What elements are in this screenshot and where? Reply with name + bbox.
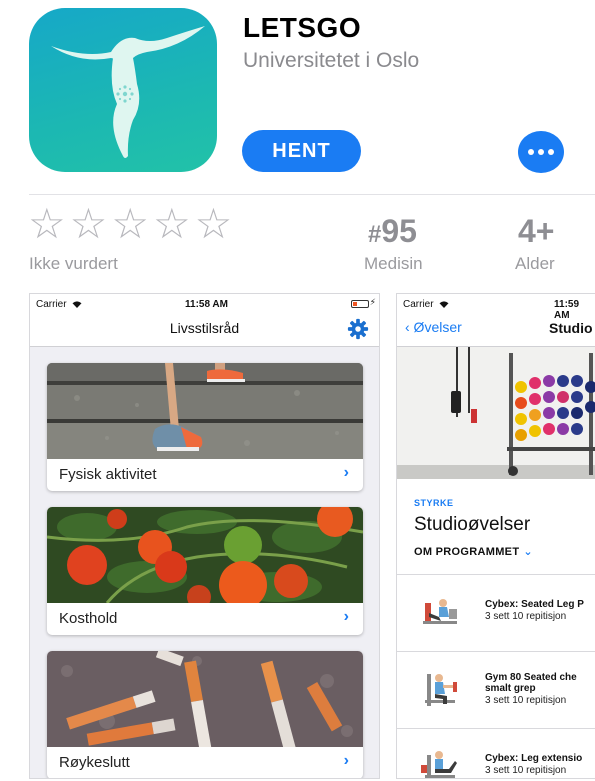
star-icon: ☆ [111, 199, 149, 248]
card-quit-smoking[interactable]: Røykeslutt › [47, 651, 363, 778]
carrier-label: Carrier [36, 299, 82, 310]
exercise-row[interactable]: Cybex: Seated Leg P 3 sett 10 repitisjon [397, 575, 595, 651]
wifi-icon [72, 301, 82, 308]
stairs-running-photo [47, 363, 363, 459]
card-physical-activity[interactable]: Fysisk aktivitet › [47, 363, 363, 491]
carrier-label: Carrier [403, 299, 449, 310]
star-icon: ☆ [152, 199, 191, 248]
screenshot-studio[interactable]: Carrier 11:59 AM ‹ Øvelser Studio STYRKE… [396, 293, 595, 779]
app-name: LETSGO [243, 12, 362, 43]
exercise-name: Cybex: Seated Leg P [485, 599, 584, 610]
get-button[interactable]: HENT [242, 130, 361, 172]
about-program-label: OM PROGRAMMET [414, 546, 520, 558]
program-title: Studioøvelser [414, 514, 531, 535]
rank-hash: # [368, 221, 382, 248]
card-label: Røykeslutt [59, 754, 130, 771]
gear-icon[interactable] [347, 318, 369, 340]
tomatoes-photo [47, 507, 363, 603]
age-rating: 4+ [518, 213, 555, 249]
nav-title: Studio [549, 320, 593, 336]
star-icon: ☆ [28, 199, 66, 248]
exercise-meta: 3 sett 10 repitisjon [485, 611, 567, 622]
chevron-right-icon: › [343, 752, 349, 769]
nav-title: Livsstilsråd [169, 320, 240, 336]
chart-rank: #95 [368, 213, 417, 250]
about-program-toggle[interactable]: OM PROGRAMMET ⌄ [414, 545, 533, 558]
chevron-right-icon: › [343, 464, 349, 481]
carrier-text: Carrier [403, 299, 434, 310]
developer-link[interactable]: Universitetet i Oslo [243, 49, 419, 73]
card-label: Kosthold [59, 610, 118, 627]
ellipsis-icon-dot [548, 149, 554, 155]
back-button[interactable]: ‹ Øvelser [405, 319, 462, 335]
status-bar: Carrier 11:59 AM [397, 294, 595, 321]
battery-icon [351, 300, 369, 308]
wifi-icon [439, 301, 449, 308]
divider [29, 194, 595, 195]
chevron-right-icon: › [343, 608, 349, 625]
star-icon: ☆ [194, 199, 233, 248]
age-label: Alder [515, 254, 555, 273]
more-options-button[interactable] [518, 131, 564, 173]
exercise-name: Cybex: Leg extensio [485, 753, 583, 764]
rating-stars: ☆ ☆ ☆ ☆ ☆ [28, 203, 232, 245]
rank-number: 95 [381, 213, 417, 249]
category-tag: STYRKE [414, 498, 454, 508]
card-label: Fysisk aktivitet [59, 466, 157, 483]
status-time: 11:58 AM [185, 299, 228, 310]
figure-logo-icon [51, 26, 205, 158]
card-diet[interactable]: Kosthold › [47, 507, 363, 635]
exercise-row[interactable]: Gym 80 Seated che smalt grep 3 sett 10 r… [397, 652, 595, 728]
exercise-meta: 3 sett 10 repitisjon [485, 695, 567, 706]
chest-press-figure-icon [425, 674, 457, 706]
charging-icon: ⚡ [369, 297, 376, 307]
app-icon [29, 8, 217, 172]
leg-press-figure-icon [423, 599, 457, 624]
cigarettes-photo [47, 651, 363, 747]
carrier-text: Carrier [36, 299, 67, 310]
exercise-meta: 3 sett 10 repitisjon [485, 765, 567, 776]
gym-dumbbell-rack-photo [397, 347, 595, 479]
screenshot-lifestyle[interactable]: Carrier 11:58 AM ⚡ Livsstilsråd Fysisk a… [29, 293, 380, 779]
rank-category[interactable]: Medisin [364, 254, 423, 274]
advice-list: Fysisk aktivitet › Kosthold › Røykeslutt… [30, 347, 379, 778]
ellipsis-icon-dot [538, 149, 544, 155]
status-time: 11:59 AM [554, 299, 580, 321]
status-bar: Carrier 11:58 AM ⚡ [30, 294, 379, 316]
exercise-row[interactable]: Cybex: Leg extensio 3 sett 10 repitisjon [397, 729, 595, 778]
exercise-name-line2: smalt grep [485, 683, 536, 694]
leg-extension-figure-icon [421, 751, 457, 778]
rating-label: Ikke vurdert [29, 254, 118, 273]
chevron-down-icon: ⌄ [523, 546, 533, 558]
star-icon: ☆ [69, 199, 108, 248]
ellipsis-icon [528, 149, 534, 155]
